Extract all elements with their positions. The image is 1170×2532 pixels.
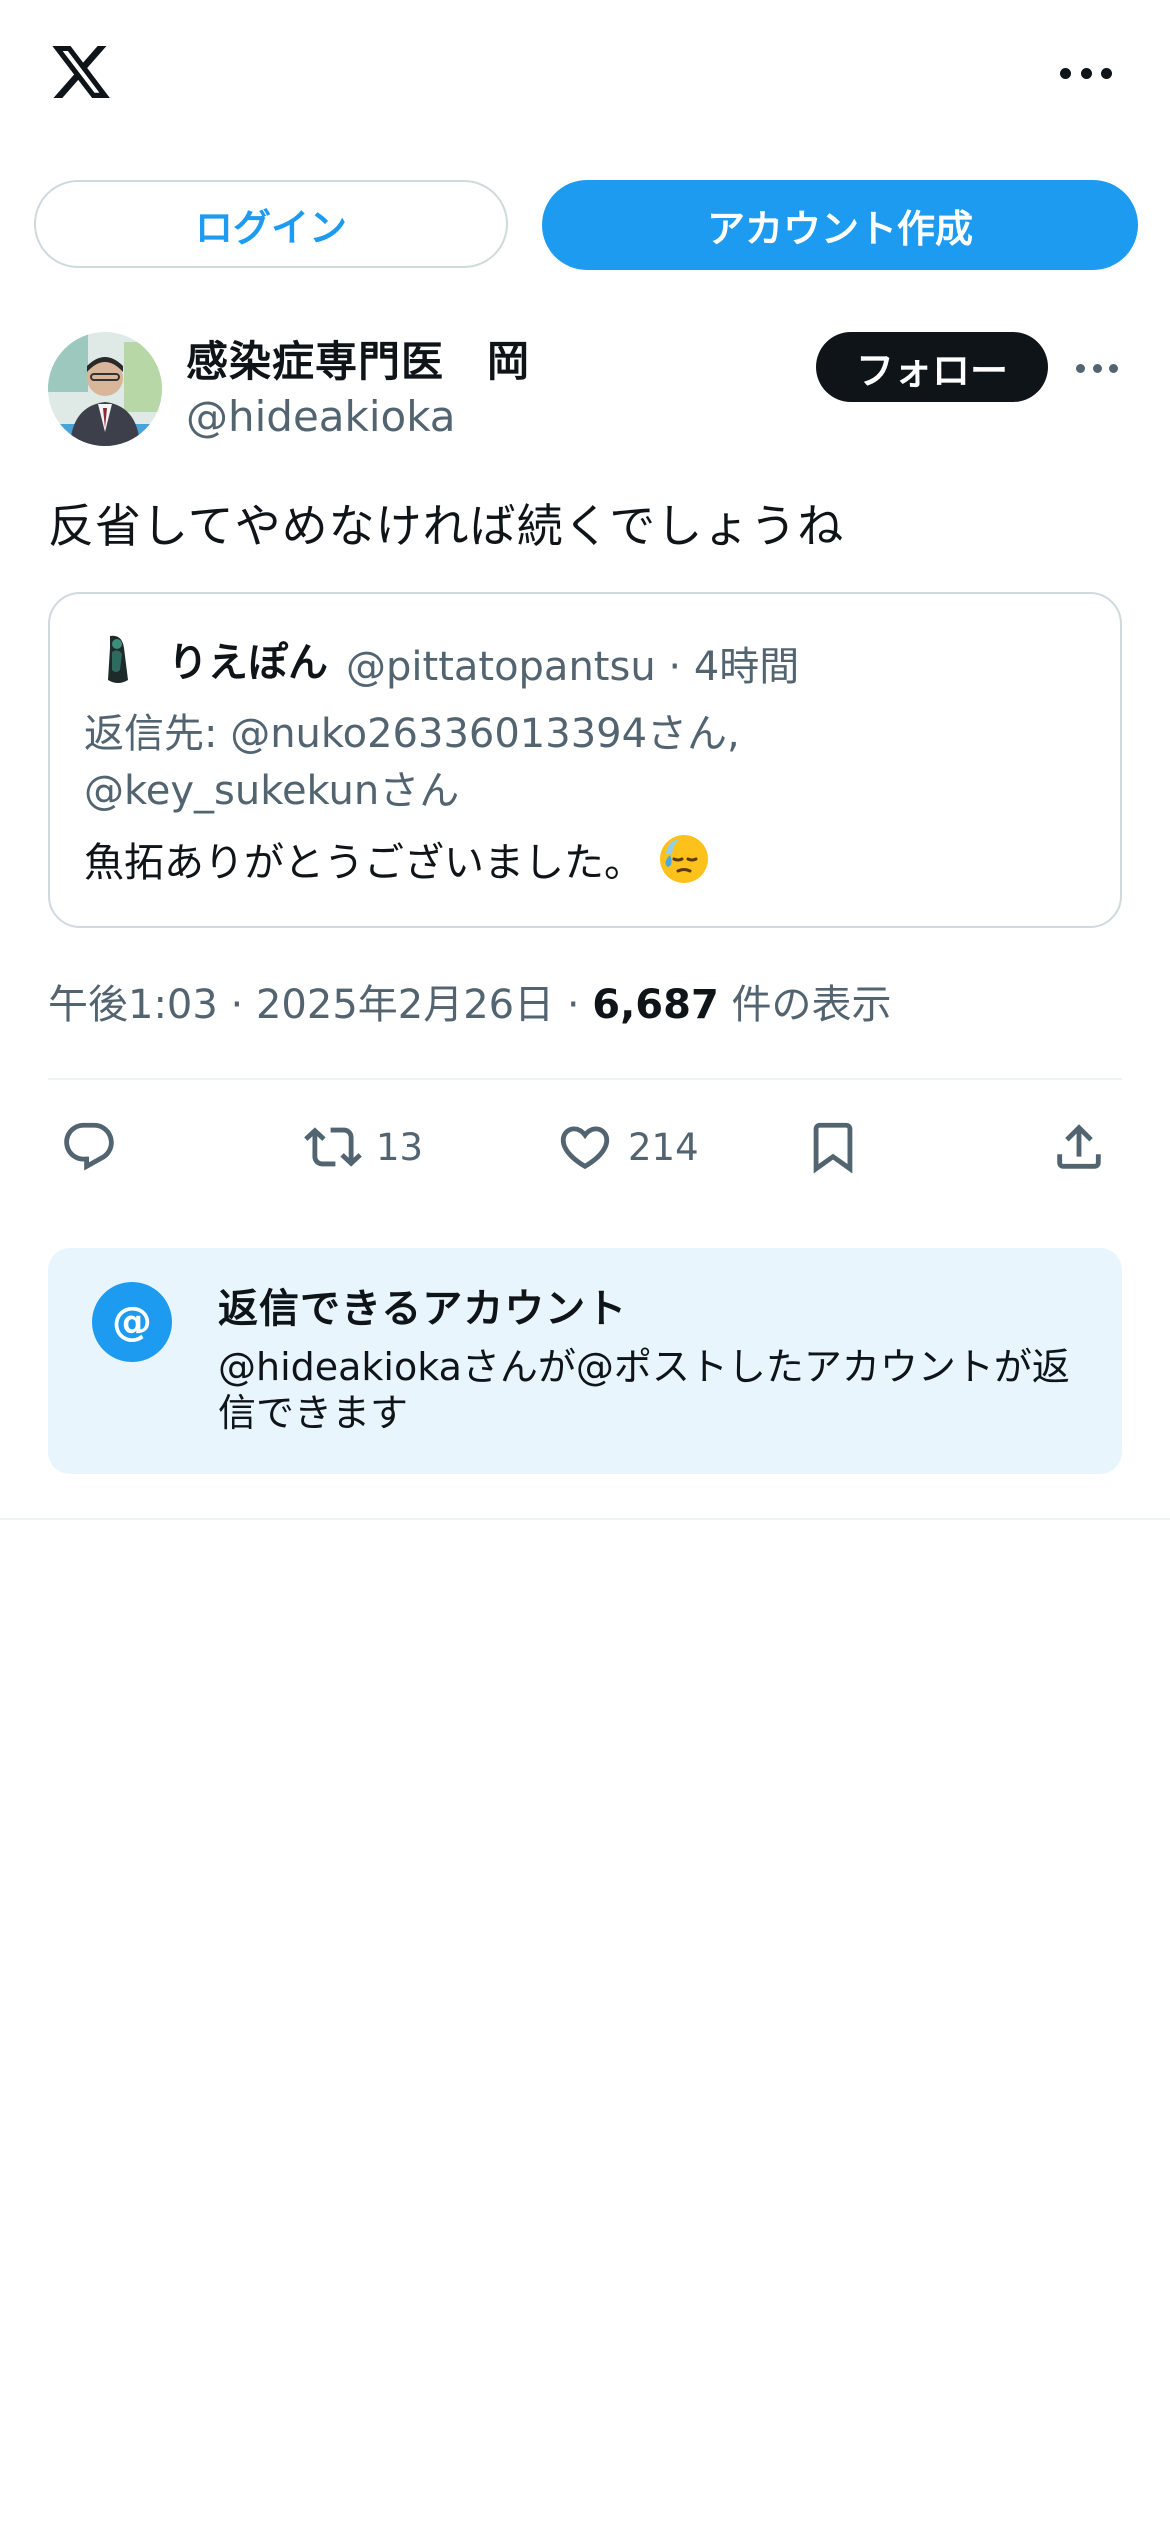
reply-restriction-box: @ 返信できるアカウント @hideakiokaさんが@ポストしたアカウントが返… xyxy=(48,1248,1122,1474)
reply-restriction-description: @hideakiokaさんが@ポストしたアカウントが返信できます xyxy=(218,1345,1070,1435)
repost-button[interactable]: 13 xyxy=(304,1118,423,1176)
share-icon xyxy=(1057,1124,1101,1169)
post-more-icon[interactable] xyxy=(1076,362,1118,374)
author-handle[interactable]: @hideakioka xyxy=(186,392,456,441)
reply-restriction-title: 返信できるアカウント xyxy=(218,1286,628,1332)
post-text: 反省してやめなければ続くでしょうね xyxy=(48,499,845,553)
repost-icon xyxy=(304,1127,362,1167)
like-count: 214 xyxy=(628,1125,699,1169)
bookmark-button[interactable] xyxy=(804,1118,862,1176)
heart-icon xyxy=(560,1126,610,1170)
follow-button[interactable]: フォロー xyxy=(816,332,1048,402)
quoted-post-text-content: 魚拓ありがとうございました。 xyxy=(84,840,644,886)
quoted-reply-to: 返信先: @nuko26336013394さん, @key_sukekunさん xyxy=(84,711,740,814)
more-options-icon[interactable] xyxy=(1060,58,1112,88)
like-button[interactable]: 214 xyxy=(556,1118,699,1176)
author-name[interactable]: 感染症専門医 岡 xyxy=(186,328,530,389)
post-timestamp: 午後1:03 · 2025年2月26日 · xyxy=(48,982,593,1028)
create-account-button[interactable]: アカウント作成 xyxy=(542,180,1138,270)
quoted-post-card[interactable]: りえぽん @pittatopantsu · 4時間 返信先: @nuko2633… xyxy=(48,592,1122,928)
login-button[interactable]: ログイン xyxy=(34,180,508,268)
share-button[interactable] xyxy=(1050,1118,1108,1176)
reply-icon xyxy=(64,1122,114,1171)
divider xyxy=(48,1078,1122,1080)
bookmark-icon xyxy=(813,1122,853,1174)
post-meta: 午後1:03 · 2025年2月26日 · 6,687 件の表示 xyxy=(48,972,892,1030)
repost-count: 13 xyxy=(376,1125,424,1169)
quoted-author-avatar xyxy=(88,630,146,688)
at-sign-icon: @ xyxy=(92,1282,172,1362)
quoted-author-handle-time: @pittatopantsu · 4時間 xyxy=(346,644,800,690)
x-logo-icon[interactable] xyxy=(48,40,114,104)
view-count-suffix: 件の表示 xyxy=(718,982,892,1028)
downcast-face-with-sweat-icon xyxy=(660,835,708,883)
quoted-author-name: りえぽん xyxy=(168,640,328,686)
view-count: 6,687 xyxy=(592,982,719,1028)
divider xyxy=(0,1518,1170,1520)
quoted-post-text: 魚拓ありがとうございました。 xyxy=(84,830,710,888)
reply-button[interactable] xyxy=(60,1118,118,1176)
author-avatar[interactable] xyxy=(48,332,162,446)
